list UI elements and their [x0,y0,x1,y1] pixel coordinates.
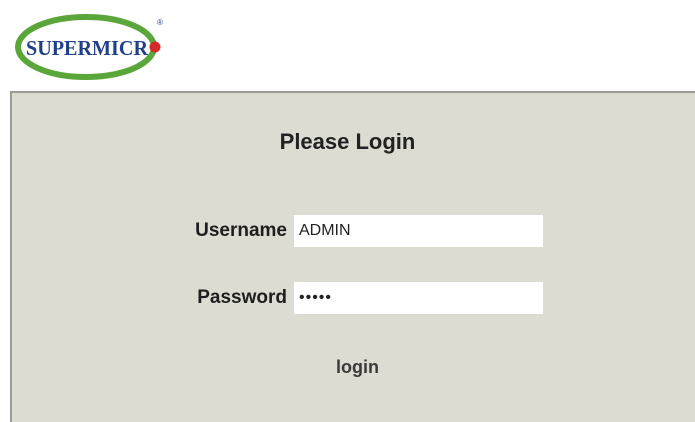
username-label: Username [195,220,287,241]
page-title: Please Login [279,129,416,154]
username-input[interactable] [294,215,543,247]
password-input[interactable] [294,282,543,314]
supermicro-logo: SUPERMICR ® [14,9,169,85]
logo-graphic: SUPERMICR ® [15,14,163,80]
logo-dot [149,41,161,53]
login-button[interactable]: login [0,357,695,378]
logo-registered-mark: ® [157,18,163,27]
password-label: Password [197,287,287,308]
logo-text: SUPERMICR [26,36,149,60]
login-page: SUPERMICR ® Please Login Username Passwo… [0,0,695,422]
